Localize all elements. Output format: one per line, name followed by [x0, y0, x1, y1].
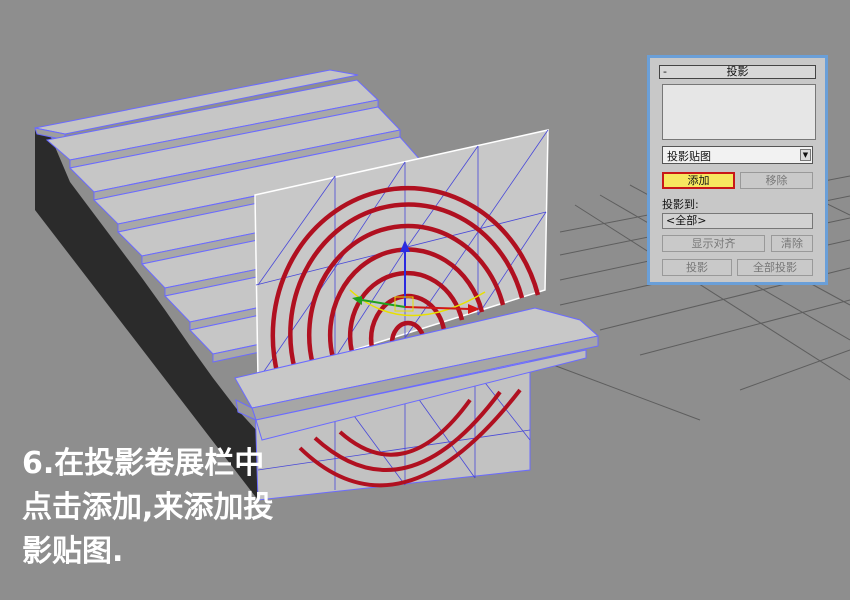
- caption-line-3: 影贴图.: [22, 534, 124, 569]
- project-to-label: 投影到:: [662, 198, 699, 211]
- projection-type-dropdown[interactable]: 投影贴图 ▼: [662, 146, 813, 164]
- rollout-header[interactable]: - 投影: [659, 65, 816, 79]
- projection-list[interactable]: [662, 84, 816, 140]
- caption-line-2: 点击添加,来添加投: [22, 490, 274, 525]
- rollout-title: 投影: [726, 65, 749, 78]
- show-alignment-button[interactable]: 显示对齐: [662, 235, 765, 252]
- add-button[interactable]: 添加: [662, 172, 735, 189]
- dropdown-value: 投影贴图: [667, 150, 711, 163]
- project-to-field[interactable]: <全部>: [662, 213, 813, 229]
- projection-rollout-panel: - 投影 投影贴图 ▼ 添加 移除 投影到: <全部> 显示对齐 清除 投影 全…: [647, 55, 828, 285]
- project-button[interactable]: 投影: [662, 259, 732, 276]
- chevron-down-icon[interactable]: ▼: [800, 149, 811, 161]
- caption-line-1: 6.在投影卷展栏中: [22, 446, 265, 481]
- remove-button[interactable]: 移除: [740, 172, 813, 189]
- clear-button[interactable]: 清除: [771, 235, 813, 252]
- tutorial-caption: 6.在投影卷展栏中 点击添加,来添加投 影贴图.: [22, 442, 342, 574]
- project-all-button[interactable]: 全部投影: [737, 259, 813, 276]
